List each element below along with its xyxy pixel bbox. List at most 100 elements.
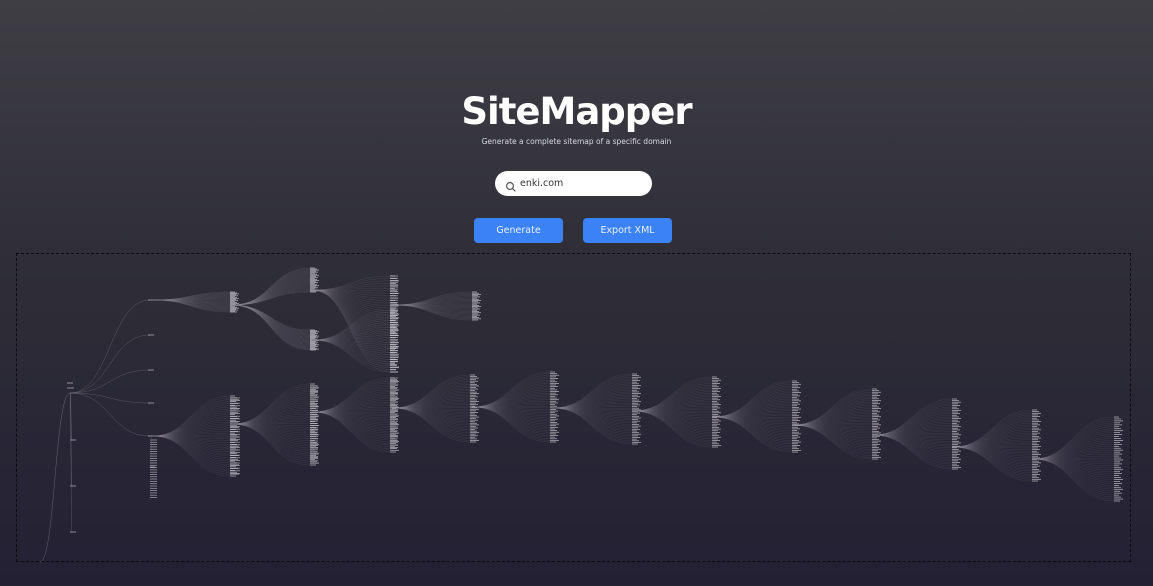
tree-link bbox=[1031, 420, 1115, 460]
tree-node-label bbox=[390, 316, 396, 317]
tree-node-label bbox=[1032, 409, 1037, 411]
tree-link bbox=[1031, 432, 1115, 460]
tree-node-label bbox=[872, 421, 877, 422]
tree-node-label bbox=[550, 381, 557, 383]
tree-node-label bbox=[472, 309, 477, 311]
tree-node-label bbox=[952, 468, 958, 470]
tree-node-label bbox=[472, 292, 479, 294]
tree-node-label bbox=[550, 409, 556, 410]
tree-node-label bbox=[470, 427, 478, 429]
tree-node-label bbox=[310, 417, 316, 419]
tree-node-label bbox=[390, 291, 398, 292]
tree-link bbox=[631, 393, 713, 412]
tree-node-label bbox=[150, 467, 157, 468]
tree-node-label bbox=[1032, 450, 1037, 452]
tree-node-label bbox=[632, 433, 641, 435]
tree-link bbox=[231, 304, 311, 338]
tree-node-label bbox=[390, 354, 398, 356]
tree-node-label bbox=[952, 424, 959, 426]
tree-node-label bbox=[1032, 460, 1039, 462]
tree-node-label bbox=[1032, 419, 1039, 421]
tree-node-label bbox=[230, 306, 237, 308]
tree-node-label bbox=[472, 302, 480, 304]
tree-node-label bbox=[712, 418, 719, 420]
tree-node-label bbox=[310, 329, 315, 331]
tree-node-label bbox=[390, 304, 398, 305]
tree-node-label bbox=[550, 391, 559, 392]
tree-node-label bbox=[390, 424, 399, 425]
tree-node-label bbox=[632, 425, 641, 427]
tree-node-label bbox=[230, 465, 240, 466]
tree-node-label bbox=[550, 399, 559, 401]
tree-node-label bbox=[712, 397, 718, 399]
tree-node-label bbox=[230, 423, 240, 425]
tree-node-label bbox=[390, 324, 398, 325]
tree-node-label bbox=[310, 276, 318, 278]
tree-node-label bbox=[550, 405, 557, 407]
tree-link bbox=[951, 413, 1033, 448]
tree-link bbox=[1031, 458, 1115, 498]
tree-node-label bbox=[470, 430, 477, 432]
tree-node-label bbox=[792, 441, 801, 443]
tree-link bbox=[1031, 458, 1115, 500]
tree-node-label bbox=[1114, 492, 1122, 494]
tree-node-label bbox=[872, 413, 877, 414]
tree-node-label bbox=[310, 441, 317, 443]
tree-node-label bbox=[470, 390, 475, 391]
tree-node-label bbox=[310, 436, 318, 437]
tree-node-label bbox=[550, 418, 558, 420]
tree-node-label bbox=[390, 352, 398, 354]
tree-link bbox=[871, 415, 953, 436]
tree-node-label bbox=[390, 401, 398, 403]
tree-node-label bbox=[310, 342, 315, 344]
tree-node-label bbox=[472, 308, 480, 310]
tree-node-label bbox=[952, 409, 961, 411]
tree-link bbox=[311, 289, 391, 355]
tree-link bbox=[151, 410, 231, 437]
tree-node-label bbox=[792, 431, 799, 433]
tree-node-label bbox=[792, 448, 799, 450]
tree-link bbox=[231, 304, 311, 345]
tree-node-label bbox=[390, 364, 397, 366]
tree-node-label bbox=[792, 393, 798, 395]
tree-node-label bbox=[470, 396, 478, 398]
tree-node-label bbox=[390, 337, 398, 338]
tree-node-label bbox=[632, 399, 639, 401]
tree-node-label bbox=[390, 357, 398, 358]
tree-node-label bbox=[390, 425, 398, 427]
tree-node-label bbox=[230, 431, 240, 433]
tree-node-label bbox=[952, 403, 958, 405]
tree-node-label bbox=[1114, 475, 1119, 477]
tree-link bbox=[631, 410, 713, 441]
tree-node-label bbox=[470, 413, 475, 415]
tree-node-label bbox=[1114, 449, 1123, 451]
tree-node-label bbox=[792, 411, 800, 413]
tree-node-label bbox=[550, 412, 555, 414]
tree-node-label bbox=[952, 436, 958, 437]
tree-node-label bbox=[1032, 457, 1040, 459]
tree-node-label bbox=[150, 458, 157, 459]
tree-node-label bbox=[390, 398, 399, 400]
tree-node-label bbox=[390, 367, 399, 369]
tree-node-label bbox=[310, 393, 315, 394]
tree-node-label bbox=[872, 404, 877, 406]
tree-node-label bbox=[952, 455, 957, 457]
tree-node-label bbox=[310, 416, 318, 418]
tree-node-label bbox=[150, 451, 157, 452]
tree-node-label bbox=[872, 442, 878, 444]
tree-node-label bbox=[872, 403, 880, 405]
tree-node-label bbox=[952, 418, 961, 419]
tree-node-label bbox=[792, 415, 799, 417]
tree-link bbox=[151, 399, 231, 437]
tree-node-label bbox=[952, 426, 961, 428]
tree-node-label bbox=[310, 427, 318, 429]
tree-node-label bbox=[310, 280, 319, 281]
tree-node-label bbox=[390, 321, 398, 323]
tree-node-label bbox=[952, 458, 961, 460]
tree-link bbox=[711, 416, 793, 438]
tree-node-label bbox=[230, 451, 235, 453]
tree-node-label bbox=[390, 295, 398, 297]
tree-node-label bbox=[390, 381, 399, 382]
tree-node-label bbox=[952, 398, 957, 400]
tree-node-label bbox=[632, 409, 641, 411]
